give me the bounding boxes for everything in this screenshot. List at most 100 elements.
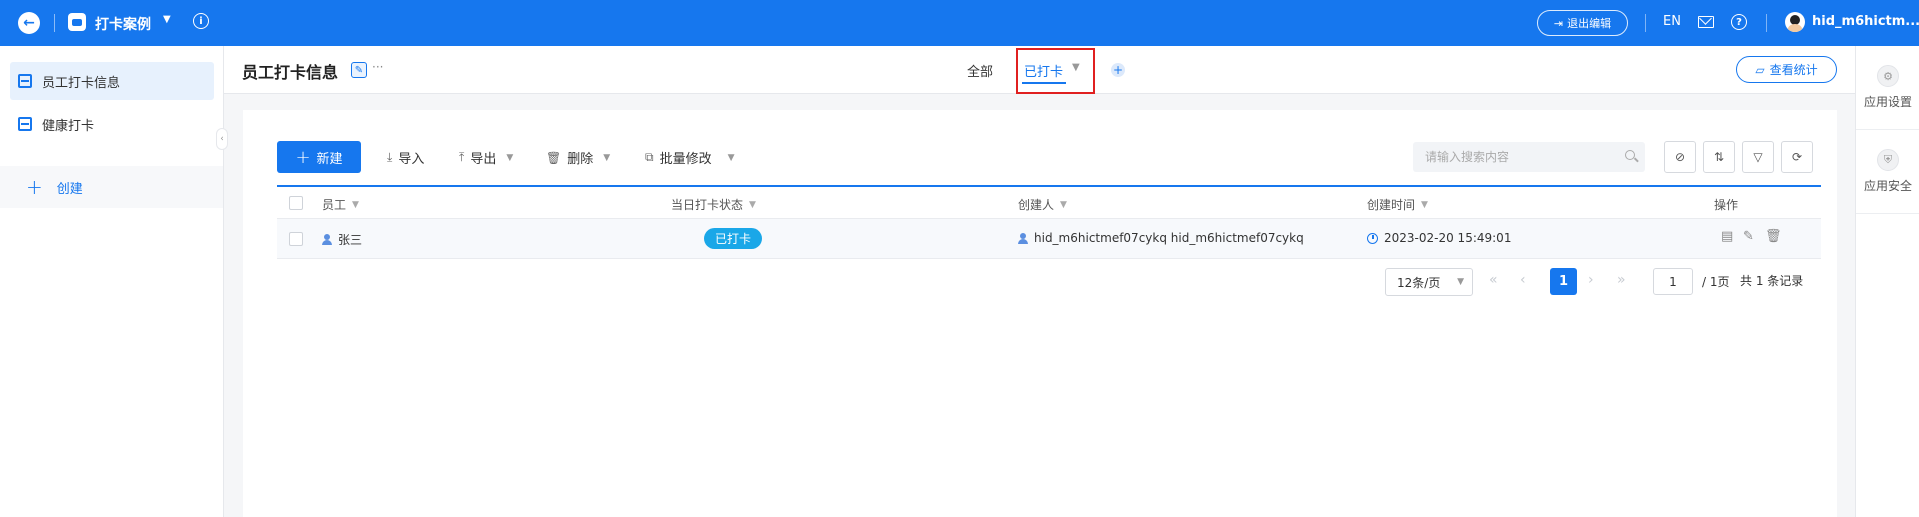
trash-icon: 🗑 <box>546 150 562 165</box>
new-button[interactable]: + 新建 <box>277 141 361 173</box>
info-icon[interactable]: i <box>193 13 209 29</box>
trash-icon[interactable]: 🗑 <box>1765 229 1782 244</box>
clock-icon <box>1367 232 1378 244</box>
username[interactable]: hid_m6hictm... <box>1812 14 1919 29</box>
export-label: 导出 <box>470 152 497 167</box>
cell-created-at: 2023-02-20 15:49:01 <box>1367 231 1511 245</box>
help-icon[interactable]: ? <box>1731 14 1747 30</box>
hide-fields-icon[interactable]: ⊘ <box>1664 141 1696 173</box>
edit-title-icon[interactable]: ✎ <box>351 62 367 78</box>
column-label: 员工 <box>322 198 347 212</box>
edit-icon[interactable]: ✎ <box>1743 229 1754 244</box>
sort-icon[interactable]: ⇅ <box>1703 141 1735 173</box>
view-record-icon[interactable]: ▤ <box>1721 229 1733 244</box>
stats-label: 查看统计 <box>1769 63 1818 77</box>
avatar[interactable] <box>1785 12 1805 32</box>
refresh-icon[interactable]: ⟳ <box>1781 141 1813 173</box>
batch-edit-button[interactable]: ⧉ 批量修改 ▼ <box>645 148 735 167</box>
import-label: 导入 <box>398 152 425 167</box>
chevron-down-icon: ▼ <box>727 152 735 163</box>
form-icon <box>18 74 32 88</box>
plus-icon: + <box>295 146 311 168</box>
divider <box>1766 14 1767 32</box>
mail-icon[interactable] <box>1698 16 1714 28</box>
exit-edit-button[interactable]: ⇥ 退出编辑 <box>1537 10 1628 36</box>
tab-all[interactable]: 全部 <box>967 61 993 80</box>
chevron-down-icon[interactable]: ▼ <box>352 200 359 210</box>
add-view-icon[interactable]: + <box>1111 63 1125 77</box>
filter-icon[interactable]: ▽ <box>1742 141 1774 173</box>
table-header: 员工 ▼ 当日打卡状态 ▼ 创建人 ▼ 创建时间 ▼ 操作 <box>277 185 1821 219</box>
first-page-icon[interactable]: « <box>1489 272 1498 288</box>
cell-employee: 张三 <box>322 231 362 248</box>
next-page-icon[interactable]: › <box>1588 272 1594 288</box>
language-switch[interactable]: EN <box>1663 14 1681 29</box>
cell-creator: hid_m6hictmef07cykq hid_m6hictmef07cykq <box>1018 231 1304 245</box>
right-sidebar: ⚙ 应用设置 ⛨ 应用安全 <box>1855 46 1919 517</box>
sidebar-create-button[interactable]: + 创建 <box>0 166 223 208</box>
app-security-button[interactable]: ⛨ 应用安全 <box>1856 130 1919 214</box>
chevron-down-icon[interactable]: ▼ <box>1060 200 1067 210</box>
app-icon <box>68 13 86 31</box>
app-dropdown-icon[interactable]: ▼ <box>163 14 171 25</box>
chevron-down-icon[interactable]: ▼ <box>1072 62 1080 73</box>
upload-icon: ⤒ <box>459 150 465 164</box>
new-label: 新建 <box>316 151 343 167</box>
page-title: 员工打卡信息 <box>242 63 339 82</box>
page-size-select[interactable]: 12条/页 ▼ <box>1385 268 1473 296</box>
page-header: 员工打卡信息 ✎ ··· 全部 已打卡 ▼ + ▱ 查看统计 <box>224 46 1855 94</box>
search-input[interactable] <box>1413 142 1603 172</box>
divider <box>1645 14 1646 32</box>
user-icon <box>322 234 332 245</box>
app-settings-button[interactable]: ⚙ 应用设置 <box>1856 46 1919 130</box>
tab-checked-in[interactable]: 已打卡 ▼ <box>1016 48 1095 94</box>
chevron-down-icon: ▼ <box>1457 277 1464 287</box>
app-title[interactable]: 打卡案例 <box>95 14 151 34</box>
select-all-checkbox[interactable] <box>289 196 303 210</box>
page-number-current[interactable]: 1 <box>1550 268 1577 295</box>
view-stats-button[interactable]: ▱ 查看统计 <box>1736 56 1837 83</box>
form-icon <box>18 117 32 131</box>
status-badge: 已打卡 <box>704 228 763 249</box>
chevron-down-icon: ▼ <box>506 152 514 163</box>
sidebar-item-label: 员工打卡信息 <box>42 75 121 91</box>
creator-name: hid_m6hictmef07cykq hid_m6hictmef07cykq <box>1034 231 1304 245</box>
last-page-icon[interactable]: » <box>1617 272 1626 288</box>
more-icon[interactable]: ··· <box>372 60 383 74</box>
user-icon <box>1018 232 1028 244</box>
tab-label: 已打卡 <box>1024 65 1064 80</box>
column-header-creator[interactable]: 创建人 ▼ <box>1018 196 1067 213</box>
chevron-down-icon[interactable]: ▼ <box>1421 200 1428 210</box>
search-icon[interactable] <box>1625 150 1635 160</box>
employee-name: 张三 <box>338 233 363 247</box>
page-jump-input[interactable]: 1 <box>1653 268 1693 295</box>
column-label: 创建时间 <box>1367 198 1416 212</box>
delete-button[interactable]: 🗑 删除 ▼ <box>546 148 610 168</box>
shield-icon: ⛨ <box>1877 149 1899 171</box>
table-row[interactable]: 张三 已打卡 hid_m6hictmef07cykq hid_m6hictmef… <box>277 219 1821 259</box>
chevron-down-icon[interactable]: ▼ <box>749 200 756 210</box>
column-header-created-at[interactable]: 创建时间 ▼ <box>1367 196 1428 213</box>
created-at-value: 2023-02-20 15:49:01 <box>1384 231 1512 245</box>
exit-icon: ⇥ <box>1553 16 1564 30</box>
sidebar-item-health-checkin[interactable]: 健康打卡 <box>10 105 214 143</box>
collapse-sidebar-icon[interactable]: ‹ <box>216 128 228 150</box>
delete-label: 删除 <box>567 152 594 167</box>
column-header-status[interactable]: 当日打卡状态 ▼ <box>671 196 756 213</box>
column-header-employee[interactable]: 员工 ▼ <box>322 196 359 213</box>
download-icon: ⤓ <box>387 150 393 164</box>
back-icon[interactable]: ← <box>18 12 40 34</box>
search-box <box>1413 142 1645 172</box>
gear-icon: ⚙ <box>1877 65 1899 87</box>
export-button[interactable]: ⤒ 导出 ▼ <box>459 148 513 167</box>
chart-icon: ▱ <box>1755 62 1765 77</box>
prev-page-icon[interactable]: ‹ <box>1520 272 1526 288</box>
page-size-value: 12条/页 <box>1397 275 1441 290</box>
sidebar-item-employee-checkin[interactable]: 员工打卡信息 <box>10 62 214 100</box>
sidebar: 员工打卡信息 健康打卡 + 创建 ‹ <box>0 46 228 517</box>
top-bar: ← 打卡案例 ▼ i ⇥ 退出编辑 EN ? hid_m6hictm... <box>0 0 1919 46</box>
column-header-actions: 操作 <box>1714 196 1738 213</box>
import-button[interactable]: ⤓ 导入 <box>387 148 424 167</box>
row-checkbox[interactable] <box>289 232 303 246</box>
plus-icon: + <box>26 175 43 199</box>
